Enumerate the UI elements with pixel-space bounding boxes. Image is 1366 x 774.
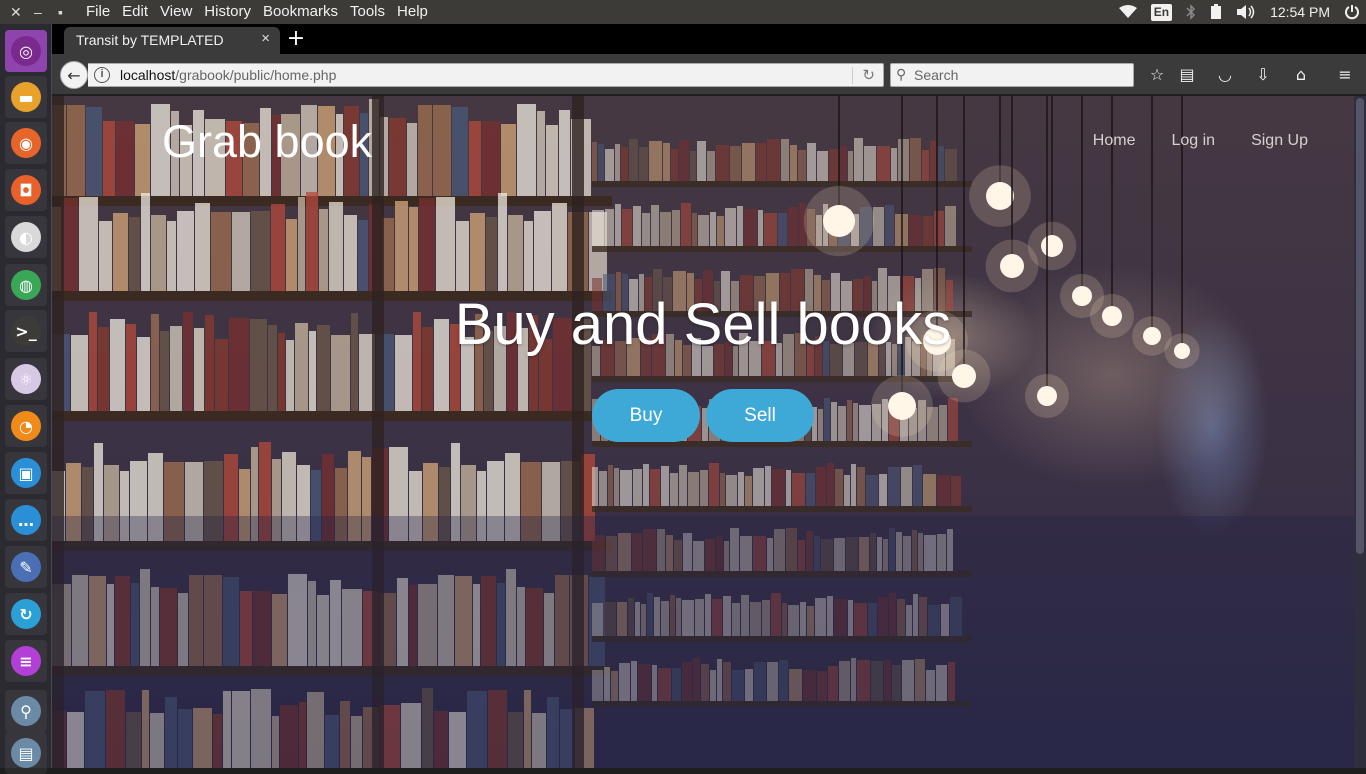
chrome-icon: ◍ [11, 270, 41, 300]
launcher-item-settings[interactable]: ◐ [5, 216, 47, 258]
hero-title: Buy and Sell books [454, 292, 952, 357]
search-input[interactable]: ⚲ Search [890, 63, 1134, 87]
keyboard-layout-indicator[interactable]: En [1150, 3, 1173, 21]
back-button[interactable]: ← [60, 61, 88, 89]
messaging-icon: … [11, 505, 41, 535]
buy-button[interactable]: Buy [592, 389, 700, 442]
back-arrow-icon: ← [67, 65, 81, 85]
text-editor-icon: ≡ [11, 646, 41, 676]
tab-transit[interactable]: Transit by TEMPLATED × [64, 27, 280, 54]
menu-icon[interactable]: ≡ [1334, 64, 1356, 86]
launcher-item-firefox[interactable]: ◉ [5, 122, 47, 164]
sell-button[interactable]: Sell [706, 389, 814, 442]
pocket-icon[interactable]: ◡ [1214, 64, 1236, 86]
menu-edit[interactable]: Edit [122, 0, 148, 24]
system-indicators: En 12:54 PM [1118, 0, 1360, 24]
settings-icon: ◐ [11, 222, 41, 252]
power-icon[interactable] [1344, 4, 1360, 20]
launcher-item-terminal[interactable]: >_ [5, 310, 47, 352]
orange-app-icon: ◔ [11, 411, 41, 441]
hero-actions: Buy Sell [52, 389, 1354, 442]
nav-login-link[interactable]: Log in [1171, 132, 1215, 150]
menu-tools[interactable]: Tools [350, 0, 385, 24]
search-tool-icon: ⚲ [11, 696, 41, 726]
reload-icon[interactable]: ↻ [862, 66, 875, 84]
reader-list-icon[interactable]: ▤ [1176, 64, 1198, 86]
atom-icon: ⚛ [11, 364, 41, 394]
launcher-item-update[interactable]: ↻ [5, 593, 47, 635]
urlbar-divider [852, 67, 853, 84]
app-menubar: File Edit View History Bookmarks Tools H… [86, 0, 440, 24]
archive-icon: ▤ [11, 738, 41, 768]
launcher-item-files[interactable]: ▬ [5, 76, 47, 118]
search-icon: ⚲ [896, 66, 907, 82]
search-placeholder: Search [914, 67, 959, 83]
site-nav: Home Log in Sign Up [1093, 132, 1308, 150]
terminal-icon: >_ [11, 316, 41, 346]
wifi-icon[interactable] [1118, 5, 1137, 19]
bluetooth-icon[interactable] [1186, 4, 1196, 20]
site-info-icon[interactable]: i [94, 67, 110, 83]
menu-help[interactable]: Help [397, 0, 428, 24]
system-top-panel: ✕ – ▪ File Edit View History Bookmarks T… [0, 0, 1366, 24]
tab-close-icon[interactable]: × [261, 30, 270, 47]
browser-nav-toolbar: ← i localhost/grabook/public/home.php ↻ … [52, 54, 1366, 95]
url-text[interactable]: localhost/grabook/public/home.php [120, 67, 336, 83]
firefox-icon: ◉ [11, 128, 41, 158]
battery-icon[interactable] [1210, 4, 1222, 20]
unity-launcher: ◎ ▬ ◉ ◘ ◐ ◍ >_ ⚛ ◔ ▣ … ✎ ↻ ≡ ⚲ ▤ [0, 24, 52, 774]
tab-title: Transit by TEMPLATED [76, 32, 224, 48]
software-center-icon: ◘ [11, 175, 41, 205]
new-tab-button[interactable]: + [284, 27, 308, 51]
bookmark-star-icon[interactable]: ☆ [1146, 64, 1168, 86]
pen-tool-icon: ✎ [11, 552, 41, 582]
launcher-item-text-editor[interactable]: ≡ [5, 640, 47, 682]
web-page-hero: Grab book Home Log in Sign Up Buy and Se… [52, 96, 1354, 768]
menu-bookmarks[interactable]: Bookmarks [263, 0, 338, 24]
window-minimize-icon[interactable]: – [34, 0, 42, 24]
window-restore-icon[interactable]: ▪ [58, 0, 63, 24]
screenshot-icon: ▣ [11, 458, 41, 488]
files-icon: ▬ [11, 82, 41, 112]
browser-tab-strip: Transit by TEMPLATED × + [52, 24, 1366, 54]
nav-signup-link[interactable]: Sign Up [1251, 132, 1308, 150]
window-close-icon[interactable]: ✕ [10, 0, 22, 24]
nav-home-link[interactable]: Home [1093, 132, 1136, 150]
launcher-item-software-center[interactable]: ◘ [5, 169, 47, 211]
page-scrollbar[interactable] [1354, 96, 1366, 768]
url-path: /grabook/public/home.php [175, 67, 337, 83]
menu-file[interactable]: File [86, 0, 110, 24]
launcher-item-atom[interactable]: ⚛ [5, 358, 47, 400]
launcher-item-messaging[interactable]: … [5, 499, 47, 541]
scrollbar-thumb[interactable] [1356, 98, 1364, 554]
menu-view[interactable]: View [160, 0, 192, 24]
home-icon[interactable]: ⌂ [1290, 64, 1312, 86]
launcher-item-search-tool[interactable]: ⚲ [5, 690, 47, 732]
launcher-item-ubuntu-dash[interactable]: ◎ [5, 30, 47, 72]
launcher-item-pen-tool[interactable]: ✎ [5, 546, 47, 588]
ubuntu-dash-icon: ◎ [11, 36, 41, 66]
launcher-item-orange-app[interactable]: ◔ [5, 405, 47, 447]
address-bar[interactable]: i localhost/grabook/public/home.php ↻ [88, 63, 884, 87]
url-host: localhost [120, 67, 176, 83]
launcher-item-screenshot[interactable]: ▣ [5, 452, 47, 494]
launcher-item-chrome[interactable]: ◍ [5, 264, 47, 306]
volume-icon[interactable] [1236, 4, 1256, 20]
site-brand[interactable]: Grab book [162, 116, 372, 168]
clock[interactable]: 12:54 PM [1270, 4, 1330, 20]
downloads-icon[interactable]: ⇩ [1252, 64, 1274, 86]
update-icon: ↻ [11, 599, 41, 629]
menu-history[interactable]: History [204, 0, 251, 24]
